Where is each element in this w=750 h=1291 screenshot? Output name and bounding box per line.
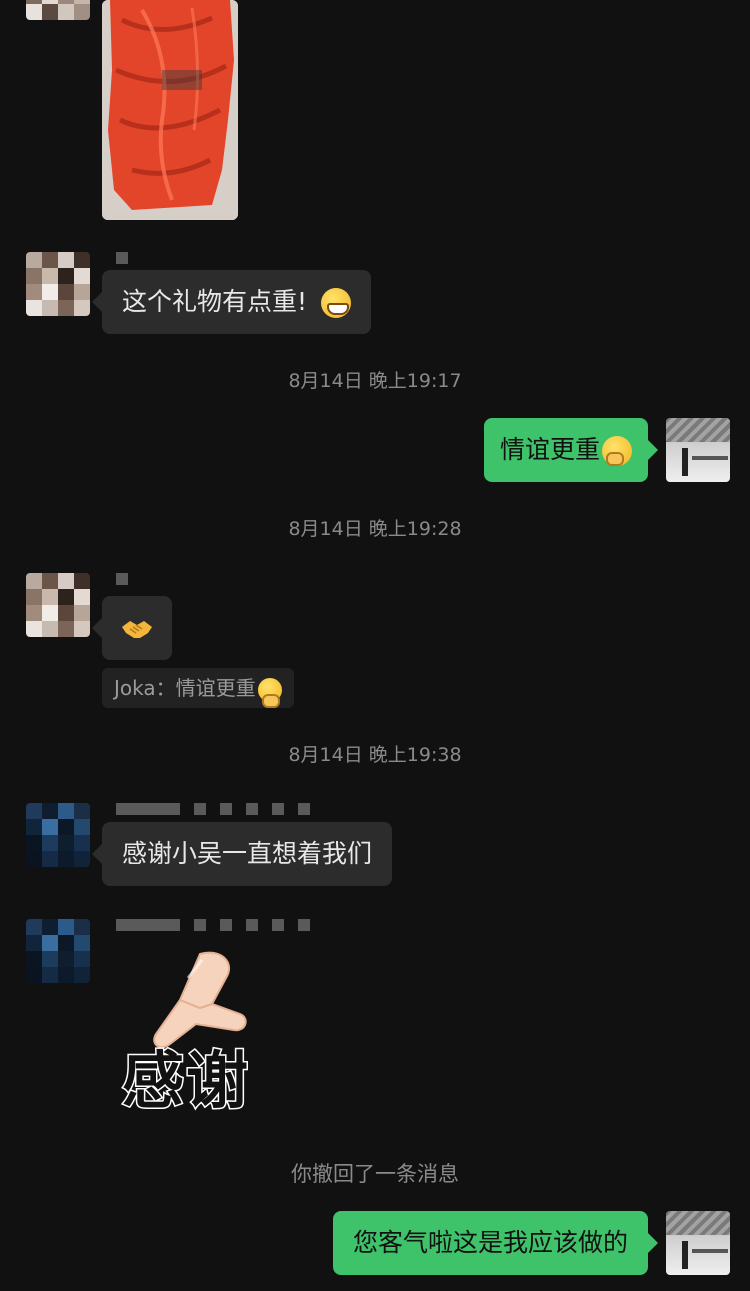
avatar-sender-2[interactable] [26,803,90,867]
timestamp: 8月14日 晚上19:28 [288,518,462,540]
message-bubble-incoming[interactable] [92,596,172,660]
quoted-message[interactable]: Joka：情谊更重 [102,668,294,708]
sender-name-blurred [116,252,128,264]
sticker-thanks[interactable]: 感谢 [110,948,290,1119]
avatar-top[interactable] [26,0,90,20]
avatar-self[interactable] [666,418,730,482]
sender-name-blurred [116,919,310,931]
avatar-self[interactable] [666,1211,730,1275]
message-text: 这个礼物有点重! [122,287,308,316]
avatar-sender-1[interactable] [26,252,90,316]
timestamp: 8月14日 晚上19:17 [288,370,462,392]
image-message-red-bag[interactable] [102,0,238,220]
message-bubble-incoming[interactable]: 这个礼物有点重! [92,270,371,334]
quoted-text: Joka：情谊更重 [114,676,256,700]
sticker-text: 感谢 [120,1043,251,1119]
avatar-sender-1[interactable] [26,573,90,637]
sender-name-blurred [116,803,310,815]
message-text: 感谢小吴一直想着我们 [122,839,373,868]
timestamp: 8月14日 晚上19:38 [288,744,462,766]
red-bag-photo [102,0,238,220]
grinning-face-emoji-icon [320,288,351,318]
thinking-face-emoji-icon [602,436,632,466]
message-bubble-outgoing[interactable]: 您客气啦这是我应该做的 [332,1211,659,1275]
handshake-emoji-icon [122,621,152,638]
sender-name-blurred [116,573,128,585]
recalled-message-notice: 你撤回了一条消息 [291,1162,459,1186]
message-bubble-incoming[interactable]: 感谢小吴一直想着我们 [91,822,393,886]
avatar-sender-2[interactable] [26,919,90,983]
thinking-face-emoji-icon [257,677,282,708]
message-bubble-outgoing[interactable]: 情谊更重 [483,418,659,482]
message-text: 情谊更重 [499,435,600,464]
message-text: 您客气啦这是我应该做的 [352,1228,628,1257]
